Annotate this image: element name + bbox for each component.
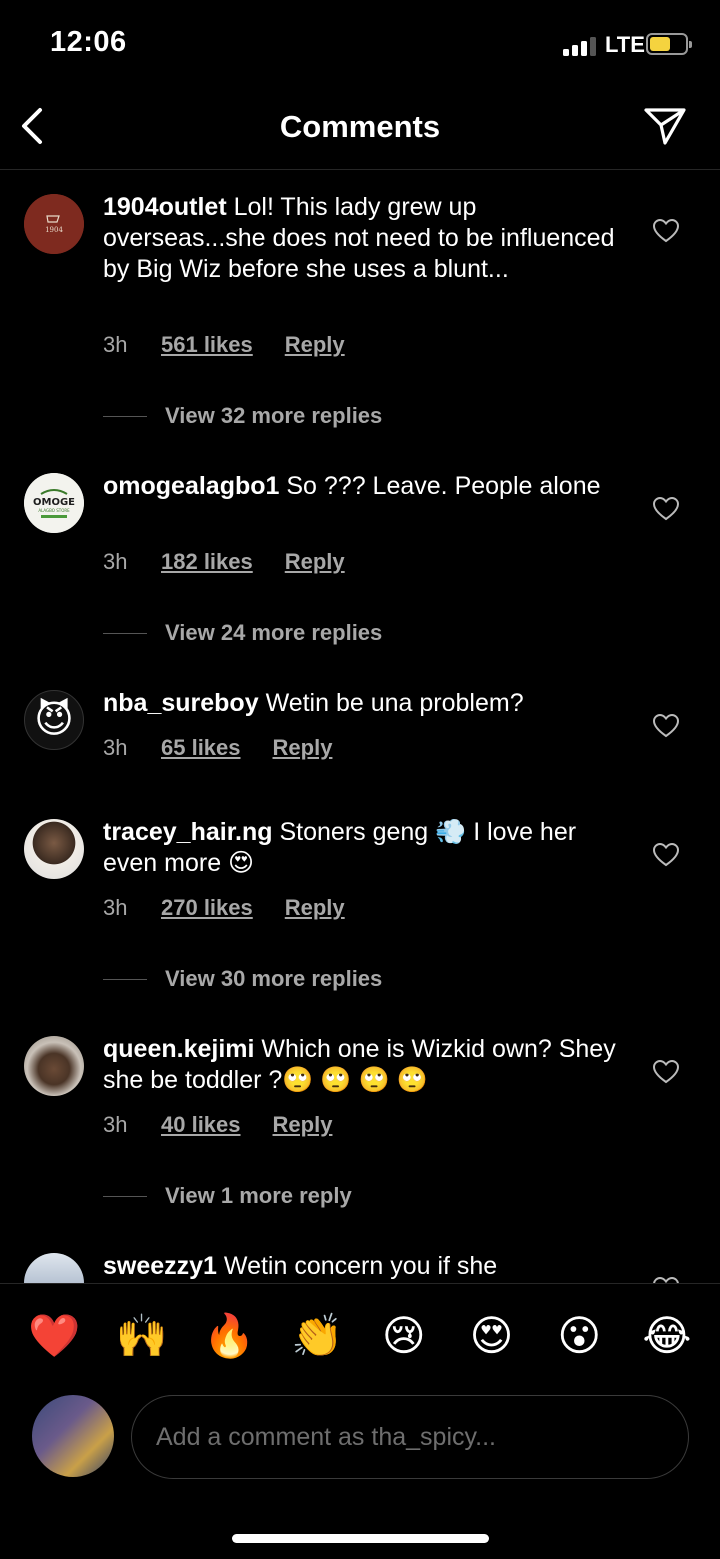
- network-type: LTE: [605, 32, 645, 57]
- comments-list[interactable]: 1904 1904outlet Lol! This lady grew up o…: [0, 171, 720, 1283]
- comment-username[interactable]: omogealagbo1: [103, 472, 279, 500]
- likes-count[interactable]: 40 likes: [161, 1112, 241, 1138]
- comment-content: Wetin be una problem?: [265, 689, 524, 717]
- heart-icon: [653, 1276, 679, 1283]
- like-button[interactable]: [652, 713, 680, 739]
- store-logo-icon: 1904: [24, 194, 84, 254]
- comment-meta: 3h 270 likes Reply: [103, 895, 377, 921]
- fire-emoji-button[interactable]: 🔥: [203, 1314, 255, 1357]
- divider: [103, 632, 147, 634]
- heart-icon: [652, 218, 680, 243]
- avatar[interactable]: [24, 819, 84, 879]
- avatar[interactable]: [24, 1253, 84, 1283]
- view-replies-label: View 24 more replies: [165, 620, 383, 645]
- comment-username[interactable]: tracey_hair.ng: [103, 818, 273, 846]
- status-time: 12:06: [50, 26, 127, 58]
- send-icon: [644, 108, 686, 145]
- tears-of-joy-emoji-button[interactable]: 😂: [642, 1314, 692, 1357]
- comment-meta: 3h 65 likes Reply: [103, 735, 364, 761]
- clapping-hands-emoji-button[interactable]: 👏: [291, 1314, 343, 1357]
- divider: [103, 415, 147, 417]
- current-user-avatar: [32, 1395, 114, 1477]
- comment-composer: [0, 1393, 720, 1483]
- comment-content: So ??? Leave. People alone: [286, 472, 601, 500]
- page-title: Comments: [279, 109, 441, 144]
- raising-hands-emoji-button[interactable]: 🙌: [116, 1314, 168, 1357]
- divider: [103, 1195, 147, 1197]
- signal-icon: [563, 36, 599, 56]
- reply-button[interactable]: Reply: [285, 895, 345, 921]
- devil-emoji-icon: 😈: [34, 699, 74, 741]
- avatar[interactable]: 😈: [24, 690, 84, 750]
- comment-text: tracey_hair.ng Stoners geng 💨 I love her…: [103, 817, 623, 879]
- likes-count[interactable]: 182 likes: [161, 549, 253, 575]
- avatar[interactable]: [24, 1036, 84, 1096]
- reply-button[interactable]: Reply: [273, 735, 333, 761]
- heart-icon: [652, 1059, 680, 1084]
- likes-count[interactable]: 561 likes: [161, 332, 253, 358]
- comment-time: 3h: [103, 735, 128, 760]
- share-button[interactable]: [640, 104, 690, 148]
- view-replies-label: View 32 more replies: [165, 403, 383, 428]
- comment-time: 3h: [103, 332, 128, 357]
- svg-text:ALAGBO STORE: ALAGBO STORE: [38, 508, 70, 513]
- comment-username[interactable]: 1904outlet: [103, 193, 227, 221]
- view-replies-button[interactable]: View 32 more replies: [103, 403, 382, 429]
- divider: [103, 978, 147, 980]
- heart-icon: [652, 496, 680, 521]
- heart-icon: [652, 713, 680, 738]
- comment-time: 3h: [103, 895, 128, 920]
- battery-icon: [646, 33, 692, 55]
- comment-time: 3h: [103, 549, 128, 574]
- comment-username[interactable]: queen.kejimi: [103, 1035, 254, 1063]
- comment-username[interactable]: nba_sureboy: [103, 689, 259, 717]
- like-button[interactable]: [652, 842, 680, 868]
- reply-button[interactable]: Reply: [285, 549, 345, 575]
- surprised-face-emoji-button[interactable]: 😮: [554, 1314, 604, 1357]
- like-button[interactable]: [652, 1059, 680, 1085]
- svg-text:OMOGE: OMOGE: [33, 497, 75, 508]
- header: Comments: [0, 90, 720, 170]
- view-replies-label: View 1 more reply: [165, 1183, 352, 1208]
- emoji-quick-reactions: ❤️ 🙌 🔥 👏 😢 😍 😮 😂: [0, 1283, 720, 1387]
- comment-meta: 3h 561 likes Reply: [103, 332, 377, 358]
- svg-text:1904: 1904: [45, 226, 63, 234]
- comment-meta: 3h 40 likes Reply: [103, 1112, 364, 1138]
- reply-button[interactable]: Reply: [273, 1112, 333, 1138]
- comment-content: Wetin concern you if she: [223, 1252, 498, 1280]
- comment-text: sweezzy1 Wetin concern you if she: [103, 1251, 623, 1282]
- store-logo-icon: OMOGE ALAGBO STORE: [24, 473, 84, 533]
- likes-count[interactable]: 65 likes: [161, 735, 241, 761]
- status-bar: 12:06 LTE: [0, 0, 720, 90]
- view-replies-button[interactable]: View 30 more replies: [103, 966, 382, 992]
- view-replies-button[interactable]: View 1 more reply: [103, 1183, 352, 1209]
- like-button[interactable]: [652, 496, 680, 522]
- avatar[interactable]: OMOGE ALAGBO STORE: [24, 473, 84, 533]
- comment-text: nba_sureboy Wetin be una problem?: [103, 688, 623, 719]
- reply-button[interactable]: Reply: [285, 332, 345, 358]
- comment-text: 1904outlet Lol! This lady grew up overse…: [103, 192, 623, 285]
- crying-face-emoji-button[interactable]: 😢: [379, 1314, 429, 1357]
- view-replies-button[interactable]: View 24 more replies: [103, 620, 382, 646]
- heart-icon: [652, 842, 680, 867]
- like-button[interactable]: [652, 218, 680, 244]
- likes-count[interactable]: 270 likes: [161, 895, 253, 921]
- comment-time: 3h: [103, 1112, 128, 1137]
- home-indicator[interactable]: [232, 1534, 489, 1543]
- comment-meta: 3h 182 likes Reply: [103, 549, 377, 575]
- view-replies-label: View 30 more replies: [165, 966, 383, 991]
- comment-text: queen.kejimi Which one is Wizkid own? Sh…: [103, 1034, 623, 1096]
- heart-eyes-emoji-button[interactable]: 😍: [467, 1314, 517, 1357]
- red-heart-emoji-button[interactable]: ❤️: [28, 1314, 80, 1357]
- like-button[interactable]: [652, 1276, 680, 1283]
- comment-text: omogealagbo1 So ??? Leave. People alone: [103, 471, 623, 502]
- comment-username[interactable]: sweezzy1: [103, 1252, 217, 1280]
- avatar[interactable]: 1904: [24, 194, 84, 254]
- add-comment-input[interactable]: [131, 1395, 689, 1479]
